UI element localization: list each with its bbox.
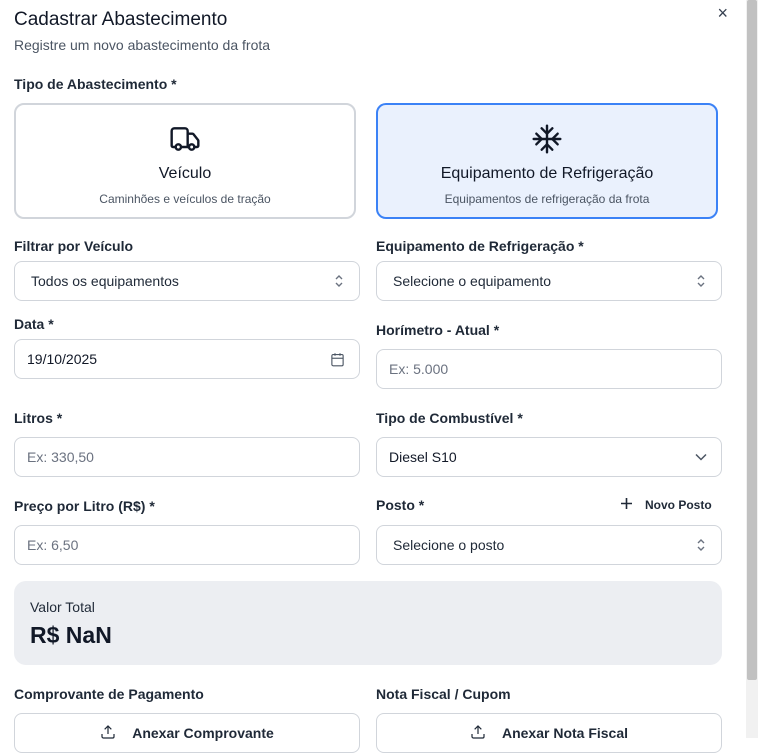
attach-receipt-label: Anexar Comprovante: [132, 725, 274, 741]
vehicle-option-description: Caminhões e veículos de tração: [99, 192, 271, 206]
type-label: Tipo de Abastecimento *: [14, 76, 177, 92]
attach-invoice-label: Anexar Nota Fiscal: [501, 725, 629, 741]
page-subtitle: Registre um novo abastecimento da frota: [14, 37, 271, 53]
new-station-label: Novo Posto: [645, 498, 712, 512]
plus-icon: [620, 497, 633, 513]
total-value: R$ NaN: [30, 622, 112, 648]
filter-vehicle-value: Todos os equipamentos: [31, 273, 179, 289]
chevron-down-icon: [695, 438, 707, 476]
hourmeter-label: Horímetro - Atual *: [376, 322, 500, 338]
hourmeter-input[interactable]: Ex: 5.000: [376, 349, 722, 389]
vehicle-option-title: Veículo: [158, 165, 212, 182]
refrigeration-option-title: Equipamento de Refrigeração: [440, 165, 654, 182]
station-select[interactable]: Selecione o posto: [376, 525, 722, 565]
filter-vehicle-label: Filtrar por Veículo: [14, 238, 134, 254]
chevron-up-down-icon: [333, 262, 345, 300]
liters-placeholder: Ex: 330,50: [27, 449, 94, 465]
liters-label: Litros *: [14, 410, 63, 426]
refrigeration-option-description: Equipamentos de refrigeração da frota: [444, 192, 650, 206]
station-label: Posto *: [376, 497, 425, 513]
attach-receipt-button[interactable]: Anexar Comprovante: [14, 713, 360, 753]
liters-input[interactable]: Ex: 330,50: [14, 437, 360, 477]
equipment-select[interactable]: Selecione o equipamento: [376, 261, 722, 301]
price-label: Preço por Litro (R$) *: [14, 498, 155, 514]
price-placeholder: Ex: 6,50: [27, 537, 79, 553]
station-value: Selecione o posto: [393, 537, 505, 553]
fuel-type-select[interactable]: Diesel S10: [376, 437, 722, 477]
page-title: Cadastrar Abastecimento: [14, 9, 228, 30]
price-input[interactable]: Ex: 6,50: [14, 525, 360, 565]
type-option-vehicle[interactable]: Veículo Caminhões e veículos de tração: [14, 103, 356, 219]
equipment-value: Selecione o equipamento: [393, 273, 552, 289]
date-label: Data *: [14, 316, 54, 332]
payment-receipt-label: Comprovante de Pagamento: [14, 686, 204, 702]
filter-vehicle-select[interactable]: Todos os equipamentos: [14, 261, 360, 301]
truck-icon: [16, 123, 354, 155]
total-panel: Valor Total R$ NaN: [14, 581, 722, 665]
scrollbar-thumb[interactable]: [747, 0, 757, 680]
total-label: Valor Total: [30, 599, 95, 615]
type-option-refrigeration[interactable]: Equipamento de Refrigeração Equipamentos…: [376, 103, 718, 219]
close-icon[interactable]: ×: [717, 3, 728, 24]
hourmeter-placeholder: Ex: 5.000: [389, 361, 449, 377]
date-input[interactable]: 19/10/2025: [14, 339, 360, 379]
chevron-up-down-icon: [695, 262, 707, 300]
invoice-label: Nota Fiscal / Cupom: [376, 686, 511, 702]
date-value: 19/10/2025: [27, 351, 98, 367]
fuel-type-label: Tipo de Combustível *: [376, 410, 523, 426]
upload-icon: [100, 724, 116, 743]
attach-invoice-button[interactable]: Anexar Nota Fiscal: [376, 713, 722, 753]
calendar-icon[interactable]: [330, 340, 345, 378]
equipment-label: Equipamento de Refrigeração *: [376, 238, 584, 254]
fuel-type-value: Diesel S10: [389, 449, 457, 465]
upload-icon: [470, 724, 486, 743]
chevron-up-down-icon: [695, 526, 707, 564]
new-station-button[interactable]: Novo Posto: [620, 497, 712, 513]
snowflake-icon: [378, 123, 716, 155]
